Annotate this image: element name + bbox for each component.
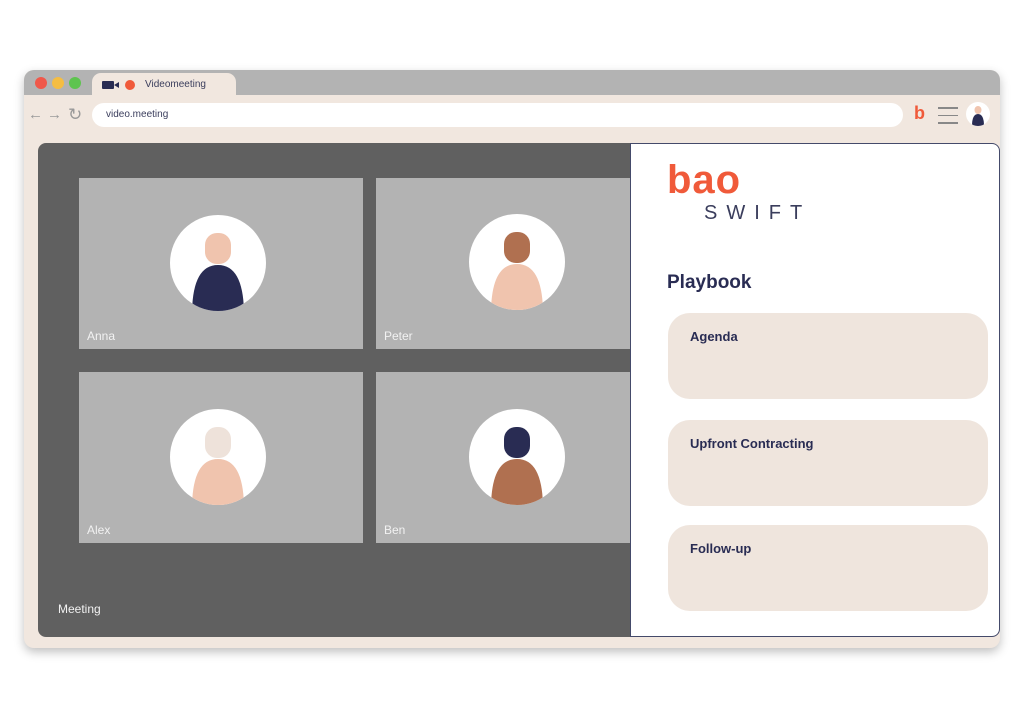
meeting-label: Meeting bbox=[58, 602, 101, 616]
avatar bbox=[170, 409, 266, 505]
playbook-card-upfront-contracting[interactable]: Upfront Contracting bbox=[668, 420, 988, 506]
playbook-card-follow-up[interactable]: Follow-up bbox=[668, 525, 988, 611]
forward-arrow-icon[interactable]: → bbox=[47, 107, 62, 122]
avatar bbox=[170, 215, 266, 311]
participant-tile[interactable]: Anna bbox=[79, 178, 363, 349]
product-name: SWIFT bbox=[704, 202, 812, 224]
browser-window: Videomeeting ← → ↻ video.meeting b Anna … bbox=[24, 70, 1000, 648]
playbook-card-agenda[interactable]: Agenda bbox=[668, 313, 988, 399]
playbook-heading: Playbook bbox=[667, 272, 752, 293]
tab-title: Videomeeting bbox=[145, 79, 206, 90]
bao-extension-icon[interactable]: b bbox=[914, 104, 925, 122]
playbook-panel: bao SWIFT Playbook Agenda Upfront Contra… bbox=[630, 143, 1000, 637]
video-camera-icon bbox=[102, 81, 114, 89]
user-avatar-icon[interactable] bbox=[966, 102, 990, 126]
participant-tile[interactable]: Ben bbox=[376, 372, 630, 543]
avatar bbox=[469, 214, 565, 310]
avatar-head bbox=[504, 232, 530, 263]
avatar bbox=[469, 409, 565, 505]
address-bar[interactable]: video.meeting bbox=[92, 103, 903, 127]
participant-tile[interactable]: Peter bbox=[376, 178, 630, 349]
hamburger-menu-icon[interactable] bbox=[938, 107, 958, 130]
bao-logo: bao bbox=[667, 158, 742, 202]
browser-tab[interactable]: Videomeeting bbox=[92, 73, 236, 97]
avatar-head bbox=[504, 427, 530, 458]
participant-tile[interactable]: Alex bbox=[79, 372, 363, 543]
participant-name: Ben bbox=[384, 523, 406, 537]
card-label: Follow-up bbox=[690, 541, 752, 556]
title-bar: Videomeeting bbox=[24, 70, 1000, 97]
minimize-window-button[interactable] bbox=[52, 77, 64, 89]
participant-name: Alex bbox=[87, 523, 111, 537]
participant-name: Peter bbox=[384, 329, 413, 343]
video-stage: Anna Peter Alex Ben Meeting bbox=[38, 143, 630, 637]
maximize-window-button[interactable] bbox=[69, 77, 81, 89]
card-label: Upfront Contracting bbox=[690, 436, 814, 451]
record-icon bbox=[125, 80, 135, 90]
avatar-head bbox=[205, 427, 231, 458]
reload-icon[interactable]: ↻ bbox=[68, 106, 82, 123]
card-label: Agenda bbox=[690, 329, 738, 344]
back-arrow-icon[interactable]: ← bbox=[28, 107, 43, 122]
avatar-head bbox=[205, 233, 231, 264]
close-window-button[interactable] bbox=[35, 77, 47, 89]
participant-name: Anna bbox=[87, 329, 116, 343]
